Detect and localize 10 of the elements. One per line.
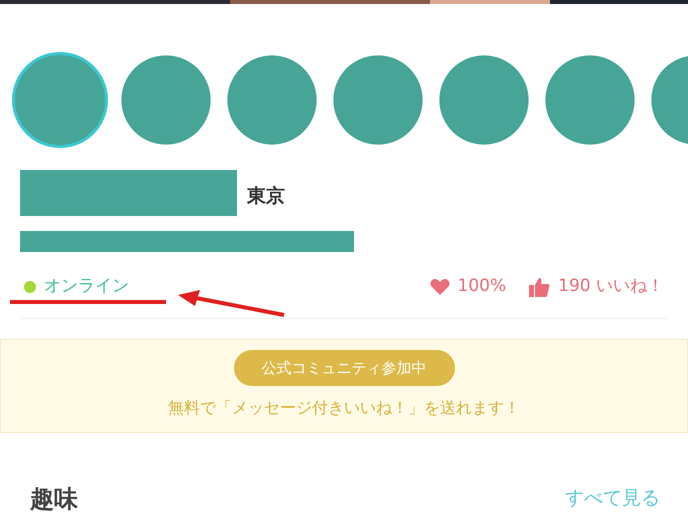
heart-icon	[430, 278, 450, 296]
community-badge: 公式コミュニティ参加中	[234, 350, 454, 386]
banner-message: 無料で「メッセージ付きいいね！」を送れます！	[168, 396, 520, 418]
stat-text: 190 いいね！	[558, 275, 664, 298]
status-text: オンライン	[44, 275, 129, 298]
section-title: 趣味	[30, 484, 78, 514]
location-text: 東京	[247, 184, 285, 209]
thumbs-up-icon	[528, 276, 550, 298]
see-all-link[interactable]: すべて見る	[565, 484, 660, 513]
stat-text: 100%	[458, 275, 506, 298]
